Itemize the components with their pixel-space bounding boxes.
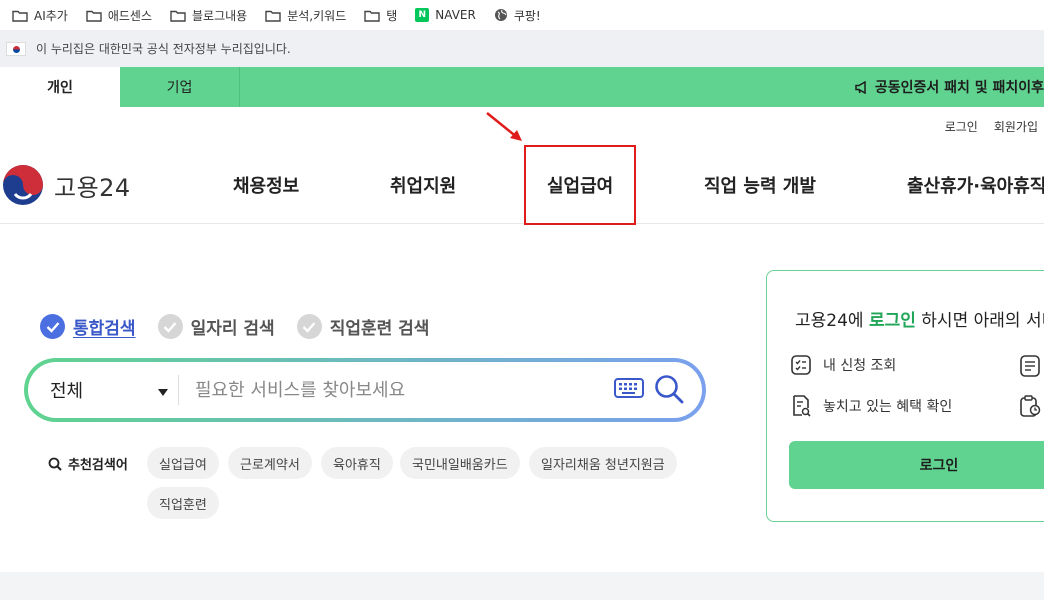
folder-icon	[265, 9, 281, 22]
folder-icon	[170, 9, 186, 22]
header-divider	[0, 223, 1044, 224]
document-icon	[1019, 355, 1041, 381]
keyword-chip[interactable]: 육아휴직	[321, 447, 393, 479]
gov-banner: 이 누리집은 대한민국 공식 전자정부 누리집입니다.	[0, 30, 1044, 67]
folder-icon	[364, 9, 380, 22]
keyboard-icon[interactable]	[614, 378, 644, 402]
bookmark-item[interactable]: 분석,키워드	[265, 7, 346, 24]
bookmark-item[interactable]: AI추가	[12, 7, 68, 24]
caret-down-icon	[158, 380, 168, 401]
check-circle-icon	[157, 314, 183, 339]
checklist-icon	[791, 355, 811, 375]
login-link[interactable]: 로그인	[945, 118, 978, 135]
document-search-icon	[791, 395, 811, 417]
nav-employment-support[interactable]: 취업지원	[390, 172, 456, 198]
bookmark-item[interactable]: 애드센스	[86, 7, 152, 24]
bookmarks-bar: AI추가 애드센스 블로그내용 분석,키워드 탱 N NAVER 쿠팡!	[0, 0, 1044, 30]
bookmark-label: 탱	[386, 8, 398, 23]
site-logo[interactable]: 고용24	[2, 164, 131, 206]
keyword-chip[interactable]: 국민내일배움카드	[400, 447, 520, 479]
naver-icon: N	[415, 8, 430, 22]
login-button[interactable]: 로그인	[789, 441, 1044, 489]
search-icon[interactable]	[654, 374, 684, 408]
logo-text: 고용24	[54, 173, 131, 202]
utility-links: 로그인 회원가입	[929, 118, 1038, 135]
search-category-value: 전체	[50, 381, 84, 402]
search-box: 전체	[24, 358, 706, 422]
tab-business[interactable]: 기업	[120, 67, 240, 107]
search-type-selector: 통합검색 일자리 검색 직업훈련 검색	[40, 314, 451, 339]
search-type-integrated[interactable]: 통합검색	[40, 314, 136, 339]
search-input[interactable]	[195, 379, 575, 401]
login-title-highlight: 로그인	[868, 311, 916, 331]
bookmark-label: AI추가	[34, 8, 68, 23]
missed-benefits-label: 놓치고 있는 혜택 확인	[823, 399, 953, 415]
bookmark-item[interactable]: 탱	[364, 7, 397, 24]
recommended-label-text: 추천검색어	[68, 458, 128, 473]
search-type-label: 통합검색	[73, 319, 136, 339]
bookmark-label: 쿠팡!	[513, 8, 541, 23]
check-circle-icon	[40, 314, 65, 339]
footer-band	[0, 572, 1044, 600]
login-panel-title: 고용24에 로그인 하시면 아래의 서비스를	[795, 306, 1044, 331]
korea-flag-icon	[6, 41, 26, 56]
red-arrow-annotation	[486, 112, 522, 141]
keyword-chip[interactable]: 직업훈련	[147, 487, 219, 519]
recommended-keywords-label: 추천검색어	[48, 454, 128, 473]
signup-link[interactable]: 회원가입	[994, 118, 1038, 135]
login-title-prefix: 고용24에	[795, 311, 869, 331]
folder-icon	[86, 9, 102, 22]
keyword-chip[interactable]: 실업급여	[147, 447, 219, 479]
notice-link[interactable]: 공동인증서 패치 및 패치이후	[855, 67, 1044, 107]
keyword-chip[interactable]: 근로계약서	[228, 447, 312, 479]
search-category-select[interactable]: 전체	[28, 377, 178, 403]
notice-text: 공동인증서 패치 및 패치이후	[874, 80, 1044, 96]
bookmark-item[interactable]: 블로그내용	[170, 7, 247, 24]
search-icon	[48, 457, 62, 471]
missed-benefits-link[interactable]: 놓치고 있는 혜택 확인	[791, 395, 952, 417]
my-applications-label: 내 신청 조회	[823, 358, 897, 374]
search-type-training[interactable]: 직업훈련 검색	[296, 314, 430, 339]
folder-icon	[12, 9, 28, 22]
bookmark-label: 애드센스	[107, 8, 153, 23]
search-type-label: 직업훈련 검색	[329, 319, 430, 339]
search-type-label: 일자리 검색	[190, 319, 275, 339]
keyword-chip[interactable]: 일자리채움 청년지원금	[529, 447, 677, 479]
bookmark-label: 블로그내용	[192, 8, 248, 23]
highlight-box-annotation	[524, 145, 636, 225]
tab-personal[interactable]: 개인	[0, 67, 120, 107]
nav-vocational-training[interactable]: 직업 능력 개발	[704, 172, 816, 198]
gov-banner-text: 이 누리집은 대한민국 공식 전자정부 누리집입니다.	[36, 42, 291, 56]
globe-icon	[494, 8, 508, 22]
bookmark-label: 분석,키워드	[287, 8, 347, 23]
bookmark-item[interactable]: 쿠팡!	[494, 7, 541, 24]
nav-parental-leave[interactable]: 출산휴가·육아휴직	[907, 172, 1044, 198]
bookmark-label: NAVER	[435, 8, 476, 22]
search-type-jobs[interactable]: 일자리 검색	[157, 314, 275, 339]
bookmark-item[interactable]: N NAVER	[415, 8, 476, 22]
audience-tab-bar: 개인 기업 공동인증서 패치 및 패치이후	[0, 67, 1044, 107]
clipboard-clock-icon	[1019, 395, 1041, 421]
megaphone-icon	[855, 80, 869, 94]
login-title-suffix: 하시면 아래의 서비스를	[921, 311, 1044, 331]
nav-job-info[interactable]: 채용정보	[233, 172, 299, 198]
taegeuk-logo-icon	[3, 165, 43, 205]
login-panel: 고용24에 로그인 하시면 아래의 서비스를 내 신청 조회 놓치고 있는 혜택…	[766, 270, 1044, 522]
search-divider	[178, 375, 179, 405]
my-applications-link[interactable]: 내 신청 조회	[791, 355, 896, 375]
check-circle-icon	[296, 314, 322, 339]
